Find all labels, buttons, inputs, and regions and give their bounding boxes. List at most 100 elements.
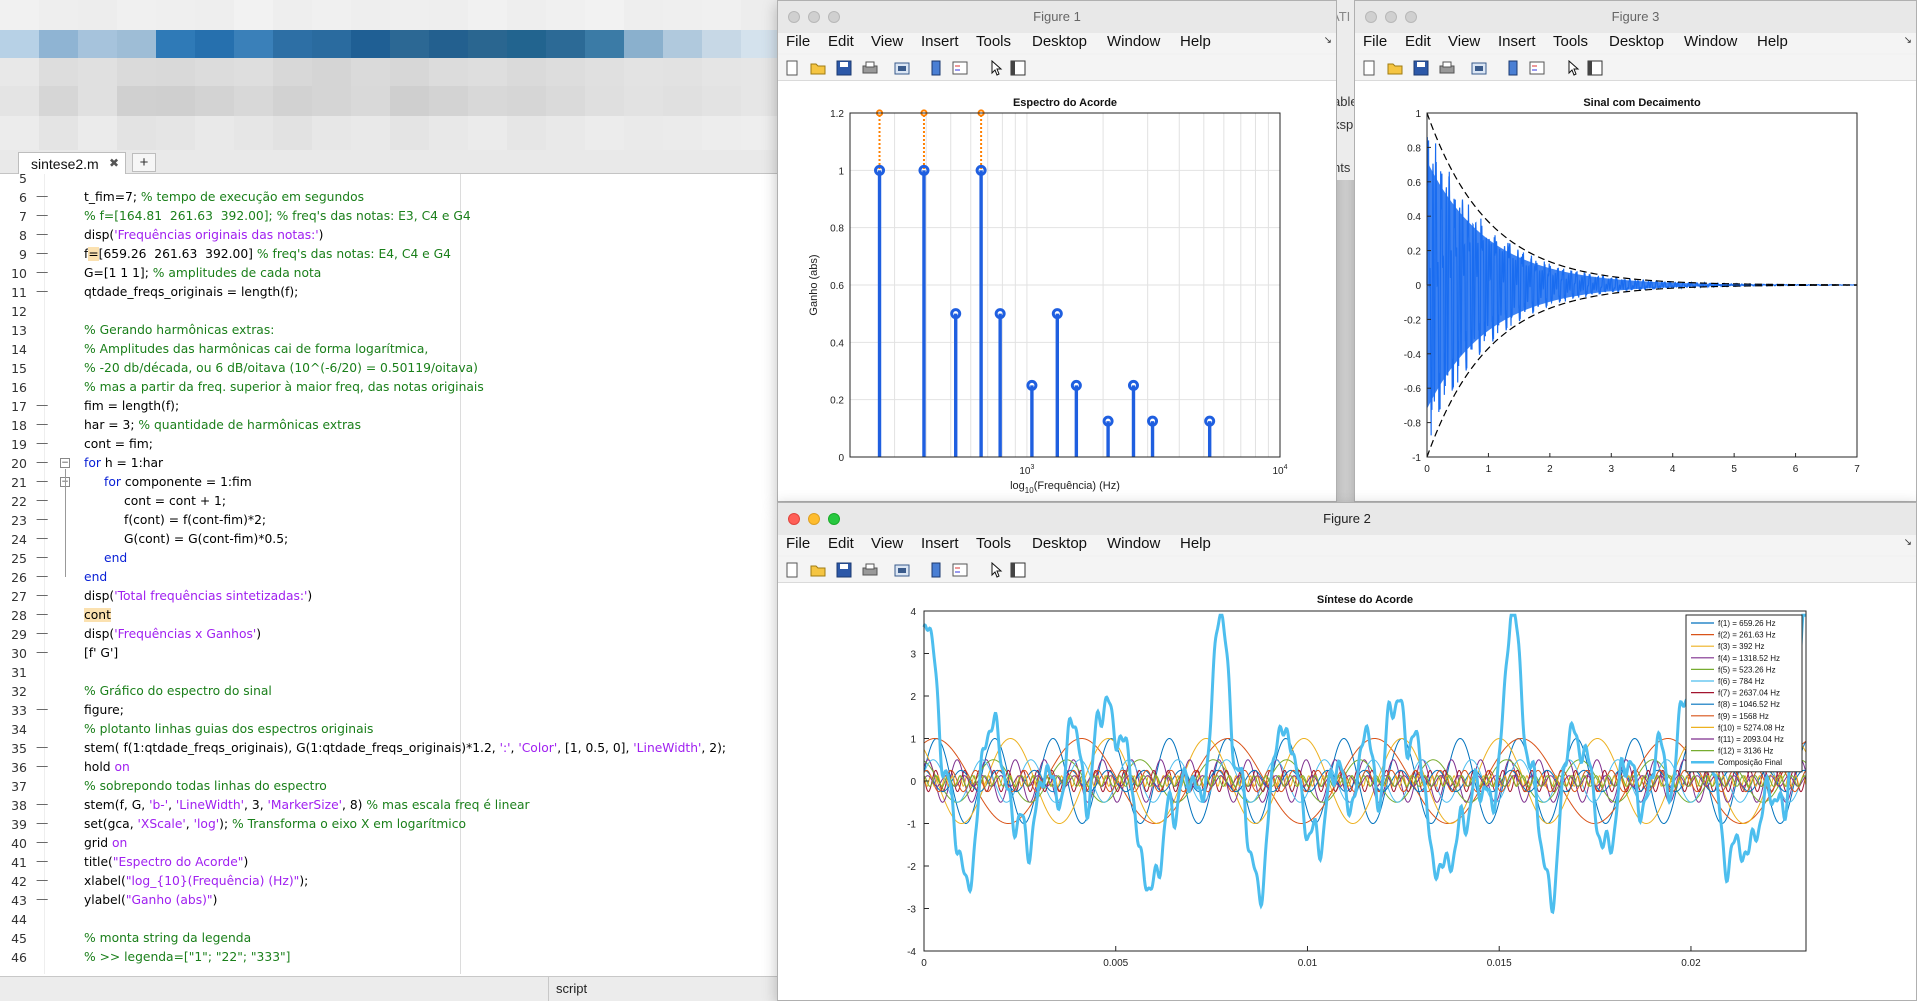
breakpoint-marker[interactable]: — bbox=[36, 740, 48, 754]
code-line[interactable]: 32 % Gráfico do espectro do sinal bbox=[0, 683, 780, 702]
menu-desktop[interactable]: Desktop bbox=[1609, 33, 1664, 50]
breakpoint-marker[interactable]: — bbox=[36, 455, 48, 469]
breakpoint-marker[interactable]: — bbox=[36, 816, 48, 830]
breakpoint-marker[interactable]: — bbox=[36, 227, 48, 241]
new-figure-icon[interactable] bbox=[1361, 60, 1377, 76]
pointer-icon[interactable] bbox=[1565, 60, 1581, 76]
menu-desktop[interactable]: Desktop bbox=[1032, 535, 1087, 552]
figure-3-window[interactable]: Figure 3 File Edit View Insert Tools Desktop W… bbox=[1354, 0, 1917, 502]
code-line[interactable]: 28 — cont bbox=[0, 607, 780, 626]
breakpoint-marker[interactable]: — bbox=[36, 246, 48, 260]
menu-view[interactable]: View bbox=[1448, 33, 1480, 50]
breakpoint-marker[interactable]: — bbox=[36, 797, 48, 811]
legend-icon[interactable] bbox=[952, 60, 968, 76]
menu-view[interactable]: View bbox=[871, 33, 903, 50]
legend-icon[interactable] bbox=[952, 562, 968, 578]
property-editor-icon[interactable] bbox=[1587, 60, 1603, 76]
code-line[interactable]: 46 % >> legenda=["1"; "22"; "333"] bbox=[0, 949, 780, 968]
breakpoint-marker[interactable]: — bbox=[36, 569, 48, 583]
menu-file[interactable]: File bbox=[786, 33, 810, 50]
figure-2-titlebar[interactable]: Figure 2 bbox=[778, 503, 1916, 535]
legend-icon[interactable] bbox=[1529, 60, 1545, 76]
breakpoint-marker[interactable]: — bbox=[36, 854, 48, 868]
colorbar-icon[interactable] bbox=[1505, 60, 1521, 76]
pointer-icon[interactable] bbox=[988, 562, 1004, 578]
code-line[interactable]: 36 — hold on bbox=[0, 759, 780, 778]
code-line[interactable]: 18 — har = 3; % quantidade de harmônicas e… bbox=[0, 417, 780, 436]
menu-window[interactable]: Window bbox=[1107, 535, 1160, 552]
code-line[interactable]: 41 — title("Espectro do Acorde") bbox=[0, 854, 780, 873]
menu-file[interactable]: File bbox=[1363, 33, 1387, 50]
breakpoint-marker[interactable]: — bbox=[36, 512, 48, 526]
code-line[interactable]: 13 % Gerando harmônicas extras: bbox=[0, 322, 780, 341]
breakpoint-marker[interactable]: — bbox=[36, 588, 48, 602]
new-figure-icon[interactable] bbox=[784, 562, 800, 578]
colorbar-icon[interactable] bbox=[928, 562, 944, 578]
code-line[interactable]: 31 bbox=[0, 664, 780, 683]
code-line[interactable]: 22 — cont = cont + 1; bbox=[0, 493, 780, 512]
menu-edit[interactable]: Edit bbox=[828, 33, 854, 50]
menu-file[interactable]: File bbox=[786, 535, 810, 552]
breakpoint-marker[interactable]: — bbox=[36, 474, 48, 488]
fold-toggle-icon[interactable]: − bbox=[60, 458, 70, 468]
code-line[interactable]: 16 % mas a partir da freq. superior à mai… bbox=[0, 379, 780, 398]
code-line[interactable]: 21—−for componente = 1:fim bbox=[0, 474, 780, 493]
add-tab-button[interactable]: + bbox=[132, 153, 156, 172]
figure-1-window[interactable]: Figure 1 File Edit View Insert Tools Desktop W… bbox=[777, 0, 1337, 502]
dock-arrow-icon[interactable]: ↘ bbox=[1904, 35, 1912, 46]
print-icon[interactable] bbox=[862, 562, 878, 578]
dock-arrow-icon[interactable]: ↘ bbox=[1324, 35, 1332, 46]
code-line[interactable]: 10 — G=[1 1 1]; % amplitudes de cada nota bbox=[0, 265, 780, 284]
code-line[interactable]: 43 — ylabel("Ganho (abs)") bbox=[0, 892, 780, 911]
link-plot-icon[interactable] bbox=[894, 60, 910, 76]
print-icon[interactable] bbox=[862, 60, 878, 76]
menu-view[interactable]: View bbox=[871, 535, 903, 552]
menu-tools[interactable]: Tools bbox=[976, 33, 1011, 50]
breakpoint-marker[interactable]: — bbox=[36, 607, 48, 621]
menu-insert[interactable]: Insert bbox=[921, 535, 959, 552]
breakpoint-marker[interactable]: — bbox=[36, 702, 48, 716]
code-line[interactable]: 11 — qtdade_freqs_originais = length(f); bbox=[0, 284, 780, 303]
menu-help[interactable]: Help bbox=[1757, 33, 1788, 50]
open-file-icon[interactable] bbox=[1387, 60, 1403, 76]
menu-tools[interactable]: Tools bbox=[976, 535, 1011, 552]
menu-window[interactable]: Window bbox=[1684, 33, 1737, 50]
breakpoint-marker[interactable]: — bbox=[36, 189, 48, 203]
tab-sintese2[interactable]: sintese2.m ✖ bbox=[18, 152, 126, 174]
code-line[interactable]: 7 — % f=[164.81 261.63 392.00]; % freq's d… bbox=[0, 208, 780, 227]
breakpoint-marker[interactable]: — bbox=[36, 417, 48, 431]
code-line[interactable]: 17 — fim = length(f); bbox=[0, 398, 780, 417]
code-line[interactable]: 35 — stem( f(1:qtdade_freqs_originais), G(… bbox=[0, 740, 780, 759]
code-line[interactable]: 25 — end bbox=[0, 550, 780, 569]
close-icon[interactable]: ✖ bbox=[109, 156, 119, 170]
breakpoint-marker[interactable]: — bbox=[36, 493, 48, 507]
breakpoint-marker[interactable]: — bbox=[36, 436, 48, 450]
menu-edit[interactable]: Edit bbox=[1405, 33, 1431, 50]
menu-help[interactable]: Help bbox=[1180, 535, 1211, 552]
code-line[interactable]: 45 % monta string da legenda bbox=[0, 930, 780, 949]
save-icon[interactable] bbox=[836, 562, 852, 578]
breakpoint-marker[interactable]: — bbox=[36, 265, 48, 279]
menu-insert[interactable]: Insert bbox=[921, 33, 959, 50]
code-line[interactable]: 6 — t_fim=7; % tempo de execução em segund… bbox=[0, 189, 780, 208]
open-file-icon[interactable] bbox=[810, 60, 826, 76]
breakpoint-marker[interactable]: — bbox=[36, 398, 48, 412]
menu-insert[interactable]: Insert bbox=[1498, 33, 1536, 50]
code-line[interactable]: 38 — stem(f, G, 'b-', 'LineWidth', 3, 'Mar… bbox=[0, 797, 780, 816]
code-line[interactable]: 29 — disp('Frequências x Ganhos') bbox=[0, 626, 780, 645]
code-line[interactable]: 44 bbox=[0, 911, 780, 930]
code-line[interactable]: 30 — [f' G'] bbox=[0, 645, 780, 664]
figure-2-window[interactable]: Figure 2 File Edit View Insert Tools Desktop W… bbox=[777, 502, 1917, 1001]
breakpoint-marker[interactable]: — bbox=[36, 284, 48, 298]
property-editor-icon[interactable] bbox=[1010, 562, 1026, 578]
new-figure-icon[interactable] bbox=[784, 60, 800, 76]
code-line[interactable]: 15 % -20 db/década, ou 6 dB/oitava (10^(-… bbox=[0, 360, 780, 379]
breakpoint-marker[interactable]: — bbox=[36, 208, 48, 222]
save-icon[interactable] bbox=[836, 60, 852, 76]
code-line[interactable]: 27 — disp('Total frequências sintetizadas:… bbox=[0, 588, 780, 607]
open-file-icon[interactable] bbox=[810, 562, 826, 578]
breakpoint-marker[interactable]: — bbox=[36, 759, 48, 773]
menu-desktop[interactable]: Desktop bbox=[1032, 33, 1087, 50]
property-editor-icon[interactable] bbox=[1010, 60, 1026, 76]
code-line[interactable]: 42 — xlabel("log_{10}(Frequência) (Hz)"); bbox=[0, 873, 780, 892]
